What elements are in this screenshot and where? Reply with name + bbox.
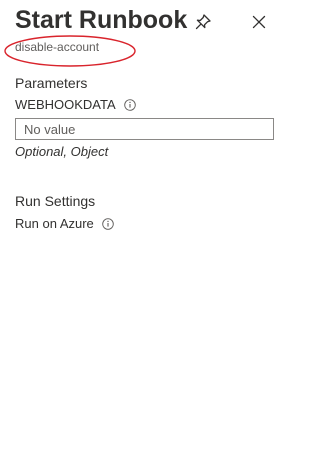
parameters-heading: Parameters [15, 75, 88, 91]
info-icon[interactable] [102, 217, 114, 230]
webhookdata-label: WEBHOOKDATA [15, 97, 116, 112]
start-runbook-panel: Start Runbook disable-account Parameters… [0, 0, 294, 456]
webhookdata-label-row: WEBHOOKDATA [15, 97, 136, 112]
close-button[interactable] [249, 12, 269, 32]
page-title: Start Runbook [15, 6, 188, 34]
pin-button[interactable] [193, 12, 213, 32]
info-icon[interactable] [123, 98, 136, 111]
pin-icon [195, 14, 211, 30]
run-on-row: Run on Azure [15, 216, 114, 231]
run-settings-heading: Run Settings [15, 193, 96, 209]
run-on-label: Run on Azure [15, 216, 94, 231]
webhookdata-hint: Optional, Object [15, 144, 109, 159]
close-icon [252, 15, 266, 29]
runbook-name: disable-account [15, 40, 100, 54]
webhookdata-input[interactable] [15, 118, 274, 140]
subtitle-annotation: disable-account [3, 34, 137, 68]
